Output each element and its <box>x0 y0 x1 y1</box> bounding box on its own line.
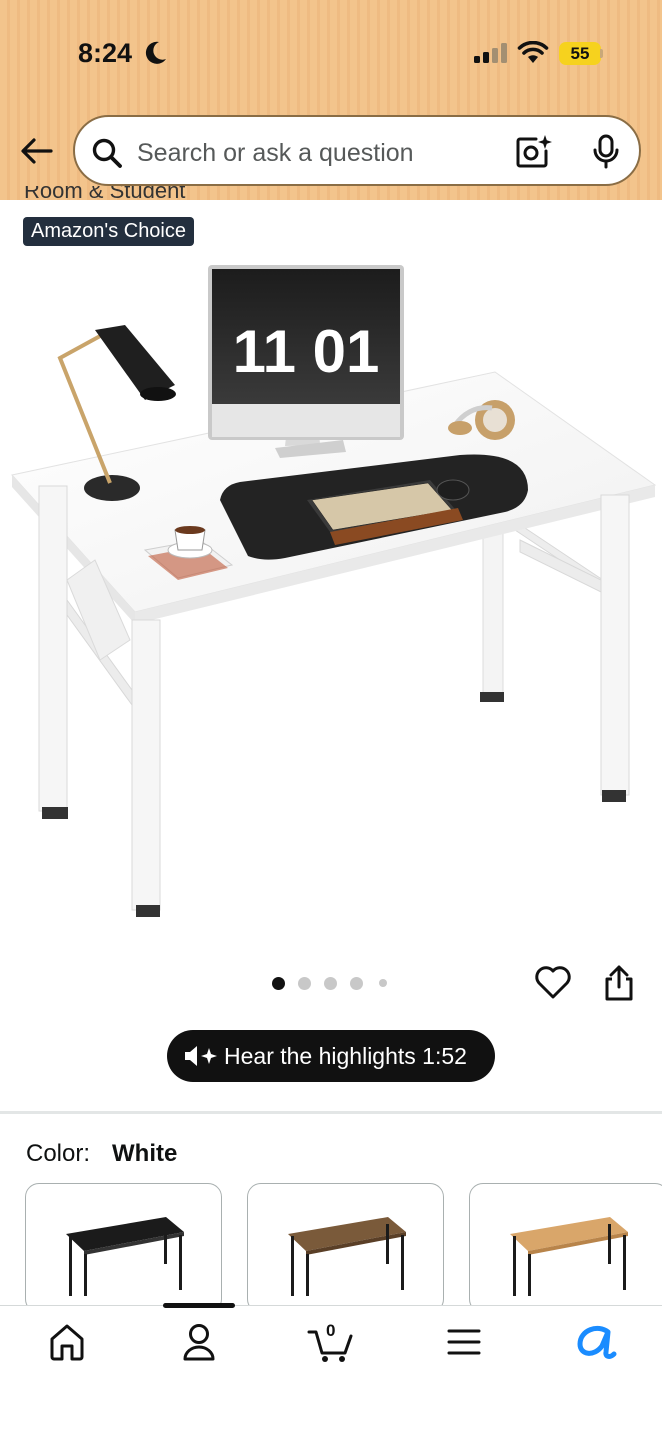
cellular-signal-icon <box>474 43 507 63</box>
wifi-icon <box>517 41 549 63</box>
carousel-dot[interactable] <box>350 977 363 990</box>
battery-icon: 55 <box>559 42 601 65</box>
section-divider <box>0 1111 662 1114</box>
desk-thumbnail-rustic-brown <box>288 1217 406 1296</box>
desk-thumbnail-black <box>66 1217 184 1296</box>
color-label: Color: <box>26 1140 91 1167</box>
battery-nub <box>600 49 603 58</box>
amazons-choice-badge: Amazon's Choice <box>23 217 194 246</box>
share-icon[interactable] <box>603 964 635 1002</box>
back-arrow-icon[interactable] <box>18 132 56 170</box>
header: 8:24 55 Search or ask a question <box>0 0 662 200</box>
product-subtitle-partial: Room & Student <box>24 186 186 200</box>
hear-highlights-button[interactable]: Hear the highlights 1:52 <box>167 1030 495 1082</box>
carousel-dot-small[interactable] <box>379 979 387 987</box>
color-swatch-rustic-brown[interactable] <box>247 1183 444 1313</box>
carousel-dot[interactable] <box>298 977 311 990</box>
menu-icon[interactable] <box>446 1322 482 1362</box>
moon-icon <box>145 41 166 64</box>
account-icon[interactable] <box>181 1322 217 1362</box>
heart-icon[interactable] <box>534 964 572 1000</box>
color-selected-value: White <box>112 1140 178 1167</box>
hear-highlights-label: Hear the highlights 1:52 <box>224 1043 467 1069</box>
color-swatch-black[interactable] <box>25 1183 222 1313</box>
home-icon[interactable] <box>48 1322 86 1362</box>
microphone-icon[interactable] <box>592 134 620 170</box>
carousel-dot-active[interactable] <box>272 977 285 990</box>
cart-count-badge: 0 <box>326 1321 336 1340</box>
status-time: 8:24 <box>78 38 133 68</box>
speaker-sparkle-icon <box>185 1046 217 1066</box>
rufus-icon[interactable] <box>574 1322 618 1362</box>
desk-thumbnail-natural-oak <box>510 1217 628 1296</box>
search-input[interactable]: Search or ask a question <box>137 139 414 168</box>
status-bar: 8:24 55 <box>0 0 662 110</box>
color-swatch-natural-oak[interactable] <box>469 1183 662 1313</box>
active-tab-indicator <box>163 1303 235 1308</box>
carousel-dot[interactable] <box>324 977 337 990</box>
product-image[interactable]: 11 01 <box>0 250 662 950</box>
monitor-clock-text: 11 01 <box>233 318 380 385</box>
image-carousel-dots[interactable] <box>268 975 398 993</box>
search-bar[interactable]: Search or ask a question <box>73 115 641 186</box>
search-icon <box>92 138 122 168</box>
camera-lens-icon[interactable] <box>515 133 553 171</box>
